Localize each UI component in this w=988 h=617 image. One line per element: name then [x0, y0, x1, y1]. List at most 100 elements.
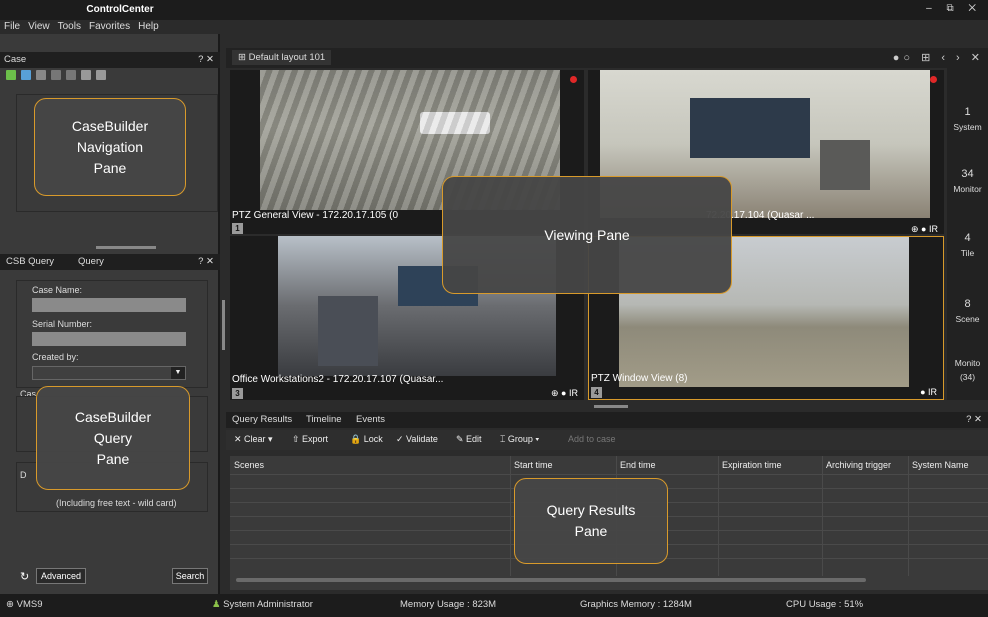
col-archiving-trigger[interactable]: Archiving trigger: [826, 460, 891, 470]
search-button[interactable]: Search: [172, 568, 208, 584]
left-splitter[interactable]: [96, 246, 156, 249]
menu-view[interactable]: View: [24, 20, 54, 32]
sidebar-tile-label: Tile: [960, 248, 975, 258]
sidebar-monitor-count: 34: [961, 168, 974, 180]
serial-number-input[interactable]: [32, 332, 186, 346]
menu-file[interactable]: File: [0, 20, 24, 32]
edit-button[interactable]: ✎ Edit: [456, 434, 482, 445]
group-button[interactable]: ⌶ Group ▾: [500, 434, 539, 445]
right-sidebar: 1 System 34 Monitor 4 Tile 8 Scene Monito (34…: [947, 68, 988, 400]
col-expiration-time[interactable]: Expiration time: [722, 460, 782, 470]
tile-3-status: ⊕ ● IR: [551, 388, 578, 398]
case-name-label: Case Name:: [32, 285, 83, 295]
col-system-name[interactable]: System Name: [912, 460, 969, 470]
validate-button[interactable]: ✓ Validate: [396, 434, 438, 445]
callout-results-pane: Query Results Pane: [514, 478, 668, 564]
sidebar-monitor2-label: Monito: [954, 358, 981, 368]
tab-csb-query[interactable]: CSB Query: [6, 256, 54, 267]
view-controls[interactable]: ●○ ⊞ ‹ › ✕: [893, 51, 984, 64]
export-button[interactable]: ⇧ Export: [292, 434, 328, 445]
created-by-select[interactable]: ▼: [32, 366, 186, 380]
cpu-usage: CPU Usage : 51%: [786, 599, 864, 610]
created-by-label: Created by:: [32, 352, 79, 362]
bottom-panel-header: Query Results Timeline Events ? ✕: [226, 412, 988, 428]
query-panel-pin[interactable]: ? ✕: [198, 256, 214, 267]
sidebar-scene-label: Scene: [955, 314, 980, 324]
recording-dot: [930, 76, 937, 83]
query-panel-header: CSB Query Query ? ✕: [0, 254, 220, 270]
add-to-case-button[interactable]: Add to case: [568, 434, 616, 444]
callout-viewing-pane: Viewing Pane: [442, 176, 732, 294]
advanced-button[interactable]: Advanced: [36, 568, 86, 584]
lock-button[interactable]: 🔒 Lock: [350, 434, 383, 445]
bottom-panel-pin[interactable]: ? ✕: [966, 414, 982, 425]
sidebar-item-monitor[interactable]: 34 Monitor: [947, 168, 988, 194]
col-start-time[interactable]: Start time: [514, 460, 553, 470]
sidebar-system-count: 1: [964, 106, 971, 118]
col-scenes[interactable]: Scenes: [234, 460, 264, 470]
serial-number-label: Serial Number:: [32, 319, 93, 329]
sidebar-system-label: System: [953, 122, 982, 132]
menu-bar: File View Tools Favorites Help: [0, 20, 988, 34]
layout-tab-label: Default layout 101: [248, 52, 326, 63]
tile-2-status: ⊕ ● IR: [911, 224, 938, 234]
open-case-icon[interactable]: [21, 70, 31, 80]
grid-line: [718, 456, 719, 576]
callout-query-pane: CaseBuilder Query Pane: [36, 386, 190, 490]
stop-icon[interactable]: [51, 70, 61, 80]
case-name-input[interactable]: [32, 298, 186, 312]
col-end-time[interactable]: End time: [620, 460, 656, 470]
callout-navigation-pane: CaseBuilder Navigation Pane: [34, 98, 186, 196]
sidebar-monitor2-count: (34): [959, 372, 976, 382]
menu-favorites[interactable]: Favorites: [85, 20, 134, 32]
refresh-icon[interactable]: ↻: [20, 570, 29, 583]
undo-icon[interactable]: [96, 70, 106, 80]
menu-help[interactable]: Help: [134, 20, 163, 32]
case-panel-header: Case ? ✕: [0, 52, 220, 68]
callout-results-text: Query Results Pane: [546, 502, 636, 539]
camera-icon[interactable]: [36, 70, 46, 80]
cubicle-shape: [318, 296, 378, 366]
sidebar-item-scene[interactable]: 8 Scene: [947, 298, 988, 324]
sidebar-item-monitor-2[interactable]: Monito (34): [947, 354, 988, 382]
case-panel-title: Case: [4, 54, 27, 65]
tab-default-layout[interactable]: ⊞ Default layout 101: [232, 50, 332, 65]
tab-query-results[interactable]: Query Results: [232, 414, 292, 425]
sidebar-item-system[interactable]: 1 System: [947, 106, 988, 132]
tab-timeline[interactable]: Timeline: [306, 414, 342, 425]
recording-dot: [570, 76, 577, 83]
tab-events[interactable]: Events: [356, 414, 385, 425]
grid-line: [908, 456, 909, 576]
horizontal-scrollbar[interactable]: [236, 578, 866, 582]
sidebar-monitor-label: Monitor: [953, 184, 982, 194]
tile-4-status: ● IR: [920, 387, 937, 397]
partial-label-2: D: [20, 470, 27, 480]
new-case-icon[interactable]: [6, 70, 16, 80]
window-controls[interactable]: – ⧉ ✕: [926, 3, 982, 14]
monitors-shape: [690, 98, 810, 158]
menu-tools[interactable]: Tools: [54, 20, 85, 32]
network-icon: ⊕: [6, 599, 17, 610]
app-title: ControlCenter: [86, 4, 154, 15]
vertical-splitter[interactable]: [222, 300, 225, 350]
tile-3-number: 3: [232, 388, 243, 399]
case-panel-pin[interactable]: ? ✕: [198, 54, 214, 65]
case-toolbar: [0, 70, 220, 94]
clear-button[interactable]: ✕ Clear ▾: [234, 434, 273, 445]
status-bar: ⊕ VMS9 ♟ System Administrator Memory Usa…: [0, 594, 988, 617]
tile-3-caption: Office Workstations2 - 172.20.17.107 (Qu…: [232, 374, 444, 385]
chevron-down-icon[interactable]: ▼: [171, 367, 185, 379]
delete-icon[interactable]: [66, 70, 76, 80]
sidebar-item-tile[interactable]: 4 Tile: [947, 232, 988, 258]
user-icon: ♟: [212, 599, 224, 610]
results-toolbar: ✕ Clear ▾ ⇧ Export 🔒 Lock ✓ Validate ✎ E…: [226, 430, 988, 450]
system-status: ⊕ VMS9: [6, 599, 42, 610]
viewing-splitter[interactable]: [594, 405, 628, 408]
graphics-memory: Graphics Memory : 1284M: [580, 599, 692, 610]
upload-icon[interactable]: [81, 70, 91, 80]
tile-4-number: 4: [591, 387, 602, 398]
sidebar-tile-count: 4: [964, 232, 971, 244]
sidebar-scene-count: 8: [964, 298, 971, 310]
tab-query[interactable]: Query: [78, 256, 104, 267]
title-bar: ControlCenter – ⧉ ✕: [0, 0, 988, 20]
